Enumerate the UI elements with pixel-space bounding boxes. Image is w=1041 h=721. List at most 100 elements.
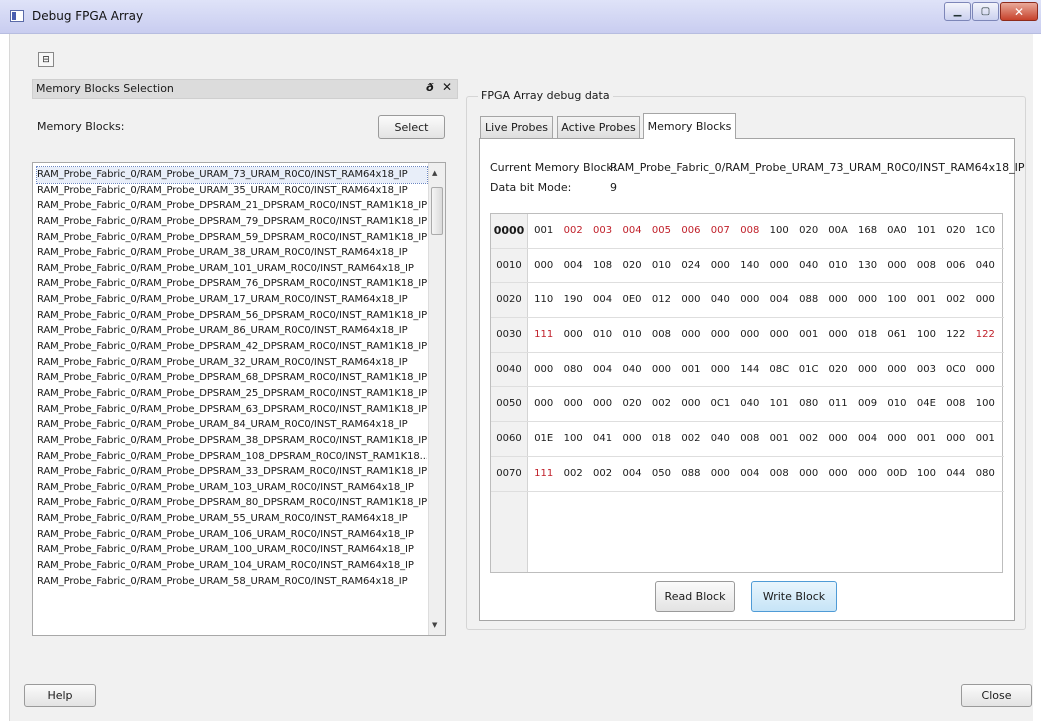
data-cell[interactable]: 101 — [767, 387, 791, 421]
data-cell[interactable]: 01E — [532, 422, 556, 456]
data-cell[interactable]: 001 — [914, 283, 938, 317]
data-cell[interactable]: 0C1 — [708, 387, 732, 421]
data-cell[interactable]: 004 — [767, 283, 791, 317]
data-cell[interactable]: 002 — [561, 214, 585, 248]
data-cell[interactable]: 000 — [561, 387, 585, 421]
data-cell[interactable]: 008 — [944, 387, 968, 421]
list-item[interactable]: RAM_Probe_Fabric_0/RAM_Probe_DPSRAM_38_D… — [37, 433, 427, 449]
data-cell[interactable]: 00A — [826, 214, 850, 248]
data-cell[interactable]: 002 — [561, 457, 585, 491]
data-cell[interactable]: 0C0 — [944, 353, 968, 387]
list-item[interactable]: RAM_Probe_Fabric_0/RAM_Probe_URAM_100_UR… — [37, 542, 427, 558]
data-cell[interactable]: 006 — [679, 214, 703, 248]
data-cell[interactable]: 002 — [944, 283, 968, 317]
data-cell[interactable]: 008 — [767, 457, 791, 491]
data-cell[interactable]: 040 — [973, 249, 997, 283]
data-cell[interactable]: 000 — [826, 457, 850, 491]
data-cell[interactable]: 100 — [561, 422, 585, 456]
data-cell[interactable]: 000 — [708, 249, 732, 283]
data-cell[interactable]: 01C — [797, 353, 821, 387]
data-cell[interactable]: 010 — [591, 318, 615, 352]
close-button[interactable]: Close — [961, 684, 1032, 707]
data-cell[interactable]: 100 — [914, 457, 938, 491]
list-item[interactable]: RAM_Probe_Fabric_0/RAM_Probe_URAM_73_URA… — [36, 166, 428, 184]
data-cell[interactable]: 001 — [797, 318, 821, 352]
data-cell[interactable]: 008 — [738, 422, 762, 456]
data-cell[interactable]: 002 — [591, 457, 615, 491]
data-cell[interactable]: 001 — [532, 214, 556, 248]
data-cell[interactable]: 010 — [885, 387, 909, 421]
data-cell[interactable]: 08C — [767, 353, 791, 387]
data-cell[interactable]: 000 — [767, 318, 791, 352]
data-cell[interactable]: 020 — [620, 387, 644, 421]
data-cell[interactable]: 000 — [885, 422, 909, 456]
list-item[interactable]: RAM_Probe_Fabric_0/RAM_Probe_DPSRAM_21_D… — [37, 198, 427, 214]
data-cell[interactable]: 000 — [532, 387, 556, 421]
list-item[interactable]: RAM_Probe_Fabric_0/RAM_Probe_URAM_38_URA… — [37, 245, 427, 261]
list-item[interactable]: RAM_Probe_Fabric_0/RAM_Probe_URAM_58_URA… — [37, 574, 427, 590]
list-item[interactable]: RAM_Probe_Fabric_0/RAM_Probe_DPSRAM_68_D… — [37, 370, 427, 386]
data-cell[interactable]: 006 — [944, 249, 968, 283]
data-cell[interactable]: 061 — [885, 318, 909, 352]
tab-live-probes[interactable]: Live Probes — [480, 116, 553, 138]
memory-data-grid[interactable]: 0000 001 002 003 004 005 006 007 008 100 020 00A 168… — [490, 213, 1004, 573]
memory-block-list[interactable]: RAM_Probe_Fabric_0/RAM_Probe_URAM_73_URA… — [32, 162, 446, 636]
data-cell[interactable]: 000 — [679, 318, 703, 352]
data-cell[interactable]: 101 — [914, 214, 938, 248]
data-cell[interactable]: 100 — [914, 318, 938, 352]
data-cell[interactable]: 122 — [973, 318, 997, 352]
data-cell[interactable]: 000 — [856, 353, 880, 387]
data-cell[interactable]: 010 — [826, 249, 850, 283]
data-cell[interactable]: 004 — [620, 457, 644, 491]
data-cell[interactable]: 001 — [679, 353, 703, 387]
data-cell[interactable]: 100 — [973, 387, 997, 421]
data-cell[interactable]: 003 — [914, 353, 938, 387]
dock-float-icon[interactable]: ð — [426, 81, 434, 94]
data-cell[interactable]: 040 — [620, 353, 644, 387]
data-cell[interactable]: 000 — [532, 249, 556, 283]
data-cell[interactable]: 004 — [620, 214, 644, 248]
data-cell[interactable]: 001 — [973, 422, 997, 456]
list-item[interactable]: RAM_Probe_Fabric_0/RAM_Probe_URAM_55_URA… — [37, 511, 427, 527]
data-cell[interactable]: 000 — [973, 283, 997, 317]
list-item[interactable]: RAM_Probe_Fabric_0/RAM_Probe_URAM_106_UR… — [37, 527, 427, 543]
data-cell[interactable]: 1C0 — [973, 214, 997, 248]
data-cell[interactable]: 111 — [532, 318, 556, 352]
data-cell[interactable]: 000 — [738, 283, 762, 317]
data-cell[interactable]: 000 — [826, 422, 850, 456]
data-cell[interactable]: 080 — [797, 387, 821, 421]
list-item[interactable]: RAM_Probe_Fabric_0/RAM_Probe_URAM_17_URA… — [37, 292, 427, 308]
data-cell[interactable]: 000 — [649, 353, 673, 387]
data-cell[interactable]: 020 — [944, 214, 968, 248]
data-cell[interactable]: 000 — [679, 283, 703, 317]
data-cell[interactable]: 024 — [679, 249, 703, 283]
data-cell[interactable]: 002 — [797, 422, 821, 456]
data-cell[interactable]: 004 — [738, 457, 762, 491]
toolbar-toggle-icon[interactable]: ⊟ — [38, 52, 54, 67]
data-cell[interactable]: 000 — [532, 353, 556, 387]
data-cell[interactable]: 000 — [885, 353, 909, 387]
data-cell[interactable]: 004 — [591, 353, 615, 387]
data-cell[interactable]: 010 — [649, 249, 673, 283]
list-item[interactable]: RAM_Probe_Fabric_0/RAM_Probe_URAM_101_UR… — [37, 261, 427, 277]
select-button[interactable]: Select — [378, 115, 445, 139]
data-cell[interactable]: 00D — [885, 457, 909, 491]
data-cell[interactable]: 001 — [767, 422, 791, 456]
data-cell[interactable]: 000 — [708, 353, 732, 387]
data-cell[interactable]: 130 — [856, 249, 880, 283]
data-cell[interactable]: 000 — [856, 457, 880, 491]
data-cell[interactable]: 044 — [944, 457, 968, 491]
data-cell[interactable]: 002 — [679, 422, 703, 456]
data-cell[interactable]: 000 — [885, 249, 909, 283]
list-item[interactable]: RAM_Probe_Fabric_0/RAM_Probe_DPSRAM_42_D… — [37, 339, 427, 355]
data-cell[interactable]: 000 — [738, 318, 762, 352]
data-cell[interactable]: 004 — [856, 422, 880, 456]
list-item[interactable]: RAM_Probe_Fabric_0/RAM_Probe_URAM_84_URA… — [37, 417, 427, 433]
data-cell[interactable]: 020 — [826, 353, 850, 387]
data-cell[interactable]: 000 — [708, 457, 732, 491]
list-item[interactable]: RAM_Probe_Fabric_0/RAM_Probe_URAM_86_URA… — [37, 323, 427, 339]
list-item[interactable]: RAM_Probe_Fabric_0/RAM_Probe_DPSRAM_63_D… — [37, 402, 427, 418]
data-cell[interactable]: 003 — [591, 214, 615, 248]
scroll-thumb[interactable] — [431, 187, 443, 235]
maximize-button[interactable]: ▢ — [972, 2, 999, 21]
